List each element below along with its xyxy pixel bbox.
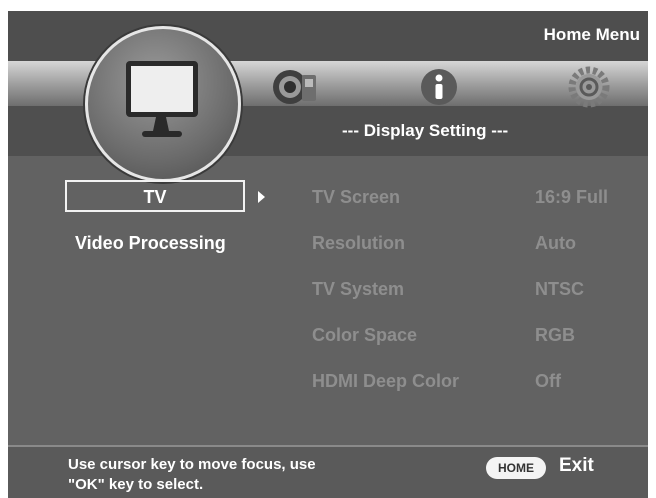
menu-item-tv-label: TV (143, 187, 167, 207)
setting-resolution-value: Auto (535, 233, 576, 253)
footer-hint-line2: "OK" key to select. (68, 476, 204, 493)
menu-item-video-processing[interactable]: Video Processing (75, 233, 226, 254)
screen: Home Menu --- Display Setting --- TV Vid (8, 11, 648, 498)
exit-label[interactable]: Exit (559, 455, 594, 477)
footer-bar: Use cursor key to move focus, use "OK" k… (8, 447, 648, 498)
setting-tv-screen-value: 16:9 Full (535, 187, 609, 207)
speaker-icon[interactable] (272, 67, 318, 107)
section-title: --- Display Setting --- (342, 121, 509, 140)
home-key-icon[interactable]: HOME (486, 457, 546, 479)
footer-hint-line1: Use cursor key to move focus, use (68, 456, 316, 473)
footer-hint: Use cursor key to move focus, use "OK" k… (68, 455, 316, 495)
home-menu-title: Home Menu (543, 25, 640, 44)
setting-hdmi-deep-color-value: Off (535, 371, 561, 391)
caret-right-icon (258, 191, 265, 203)
gear-icon[interactable] (567, 65, 611, 109)
tv-circle[interactable] (85, 26, 241, 182)
menu-item-tv[interactable]: TV (65, 180, 245, 212)
setting-resolution-label[interactable]: Resolution (312, 233, 405, 254)
setting-color-space-label[interactable]: Color Space (312, 325, 417, 346)
setting-color-space-value: RGB (535, 325, 575, 345)
tv-monitor-icon (126, 61, 198, 137)
setting-tv-system-value: NTSC (535, 279, 584, 299)
setting-tv-screen-label[interactable]: TV Screen (312, 187, 400, 208)
setting-tv-system-label[interactable]: TV System (312, 279, 404, 300)
setting-hdmi-deep-color-label[interactable]: HDMI Deep Color (312, 371, 459, 392)
info-icon[interactable] (419, 67, 459, 107)
